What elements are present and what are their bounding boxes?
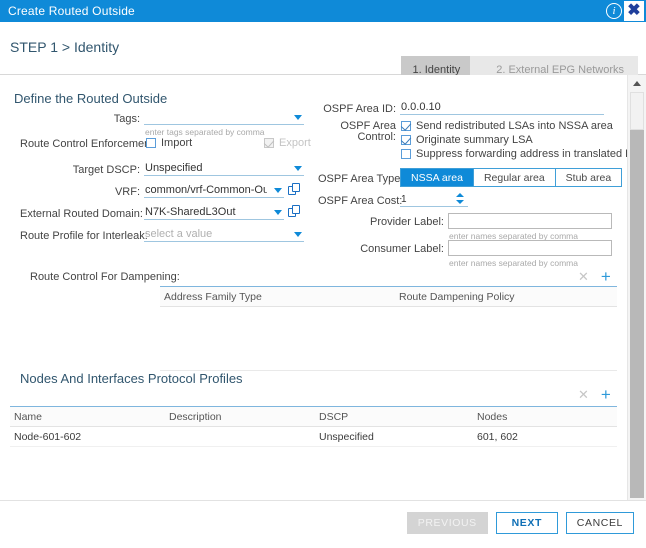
plus-icon[interactable]: + [601,386,611,403]
ospf-area-cost-label: OSPF Area Cost: [318,195,403,207]
close-x-icon[interactable]: ✕ [578,270,589,283]
close-icon[interactable]: ✖ [624,1,644,21]
dampening-table-toolbar: ✕ + [578,268,611,285]
route-control-enforcement-label: Route Control Enforcement: [20,138,157,150]
ospf-area-cost-stepper[interactable]: 1 [400,192,468,207]
nodes-interfaces-heading: Nodes And Interfaces Protocol Profiles [20,371,243,386]
route-control-import-checkbox[interactable] [146,138,156,148]
nodes-col-name: Name [14,410,43,423]
route-control-dampening-label: Route Control For Dampening: [30,271,180,283]
nodes-cell-name: Node-601-602 [14,430,82,443]
vrf-select[interactable]: common/vrf-Common-Outside [144,183,284,198]
dampening-col-route-dampening-policy: Route Dampening Policy [399,290,515,303]
vrf-label: VRF: [114,186,140,198]
define-routed-outside-heading: Define the Routed Outside [14,91,168,106]
nodes-col-dscp: DSCP [319,410,349,423]
ospf-area-id-label: OSPF Area ID: [323,103,396,115]
external-routed-domain-label: External Routed Domain: [20,208,143,220]
window-actions: i ✖ [606,0,644,22]
tags-hint: enter tags separated by comma [145,127,265,137]
nodes-table-body-empty [10,447,617,485]
ospf-area-type-option-stub[interactable]: Stub area [555,169,622,186]
chevron-down-icon[interactable] [274,210,282,215]
consumer-label-input[interactable] [448,240,612,256]
table-row[interactable]: Node-601-602 Unspecified 601, 602 [10,427,617,447]
nodes-cell-dscp: Unspecified [319,430,374,443]
previous-button[interactable]: PREVIOUS [406,512,488,534]
ospf-area-control-label-line2: Control: [357,131,396,143]
window-title-bar: Create Routed Outside i ✖ [0,0,646,22]
chevron-down-icon[interactable] [294,232,302,237]
ospf-suppress-forwarding-address-label: Suppress forwarding address in translate… [416,148,628,160]
route-control-export-checkbox [264,138,274,148]
nodes-cell-nodes: 601, 602 [477,430,518,443]
dampening-table-body-empty [160,307,617,371]
consumer-label-hint: enter names separated by comma [449,258,578,268]
ospf-originate-summary-lsa-checkbox[interactable] [401,135,411,145]
route-control-import-label: Import [161,137,193,149]
nodes-col-nodes: Nodes [477,410,508,423]
cancel-button[interactable]: CANCEL [565,512,634,534]
open-in-new-icon[interactable] [288,205,301,218]
ospf-area-type-option-regular[interactable]: Regular area [473,169,556,186]
scroll-up-arrow-icon[interactable] [628,75,646,92]
spinner-down-icon[interactable] [456,200,464,204]
nodes-table: Name Description DSCP Nodes Node-601-602… [10,406,617,485]
vertical-scrollbar-lower-region[interactable] [630,130,644,498]
dampening-table: Address Family Type Route Dampening Poli… [160,286,617,371]
route-control-export-label: Export [279,137,311,149]
chevron-down-icon[interactable] [274,188,282,193]
next-button[interactable]: NEXT [495,512,558,534]
tags-label: Tags: [113,113,140,125]
route-profile-interleak-placeholder: select a value [145,228,213,240]
step-header: STEP 1 > Identity 1. Identity 2. Externa… [0,22,646,84]
window-title: Create Routed Outside [8,4,135,18]
ospf-originate-summary-lsa-label: Originate summary LSA [416,134,533,146]
ospf-send-redistributed-lsas-checkbox[interactable] [401,121,411,131]
provider-label-label: Provider Label: [370,216,444,228]
ospf-area-type-segmented-control[interactable]: NSSA area Regular area Stub area [400,168,623,187]
close-x-icon[interactable]: ✕ [578,388,589,401]
target-dscp-value: Unspecified [145,162,203,174]
consumer-label-label: Consumer Label: [360,243,444,255]
ospf-suppress-forwarding-address-checkbox[interactable] [401,149,411,159]
tags-input[interactable] [144,110,304,125]
target-dscp-select[interactable]: Unspecified [144,161,304,176]
ospf-area-cost-value: 1 [401,194,407,205]
form-content: Define the Routed Outside Tags: enter ta… [0,75,628,500]
nodes-table-header: Name Description DSCP Nodes [10,406,617,427]
footer-buttons: PREVIOUS NEXT CANCEL [406,512,634,534]
route-profile-interleak-select[interactable]: select a value [144,227,304,242]
target-dscp-label: Target DSCP: [72,164,140,176]
vertical-scrollbar-thumb[interactable] [630,92,644,130]
vrf-value: common/vrf-Common-Outside [145,184,267,196]
provider-label-input[interactable] [448,213,612,229]
vertical-scrollbar[interactable] [627,75,646,500]
ospf-send-redistributed-lsas-label: Send redistributed LSAs into NSSA area [416,120,613,132]
open-in-new-icon[interactable] [288,183,301,196]
ospf-area-type-option-nssa[interactable]: NSSA area [401,169,474,186]
plus-icon[interactable]: + [601,268,611,285]
ospf-area-type-label: OSPF Area Type: [318,173,404,185]
dialog-footer: PREVIOUS NEXT CANCEL [0,500,646,548]
info-icon[interactable]: i [606,3,622,19]
dampening-col-address-family-type: Address Family Type [164,290,262,303]
page-title: STEP 1 > Identity [10,39,120,55]
nodes-table-toolbar: ✕ + [578,386,611,403]
chevron-down-icon[interactable] [294,115,302,120]
dampening-table-header: Address Family Type Route Dampening Poli… [160,286,617,307]
spinner-up-icon[interactable] [456,193,464,197]
nodes-col-description: Description [169,410,222,423]
route-profile-interleak-label: Route Profile for Interleak: [20,230,148,242]
ospf-area-id-value: 0.0.0.10 [401,101,441,113]
chevron-down-icon[interactable] [294,166,302,171]
vertical-scrollbar-track[interactable] [628,92,646,500]
external-routed-domain-select[interactable]: N7K-SharedL3Out [144,205,284,220]
ospf-area-id-input[interactable]: 0.0.0.10 [400,100,604,115]
external-routed-domain-value: N7K-SharedL3Out [145,206,236,218]
